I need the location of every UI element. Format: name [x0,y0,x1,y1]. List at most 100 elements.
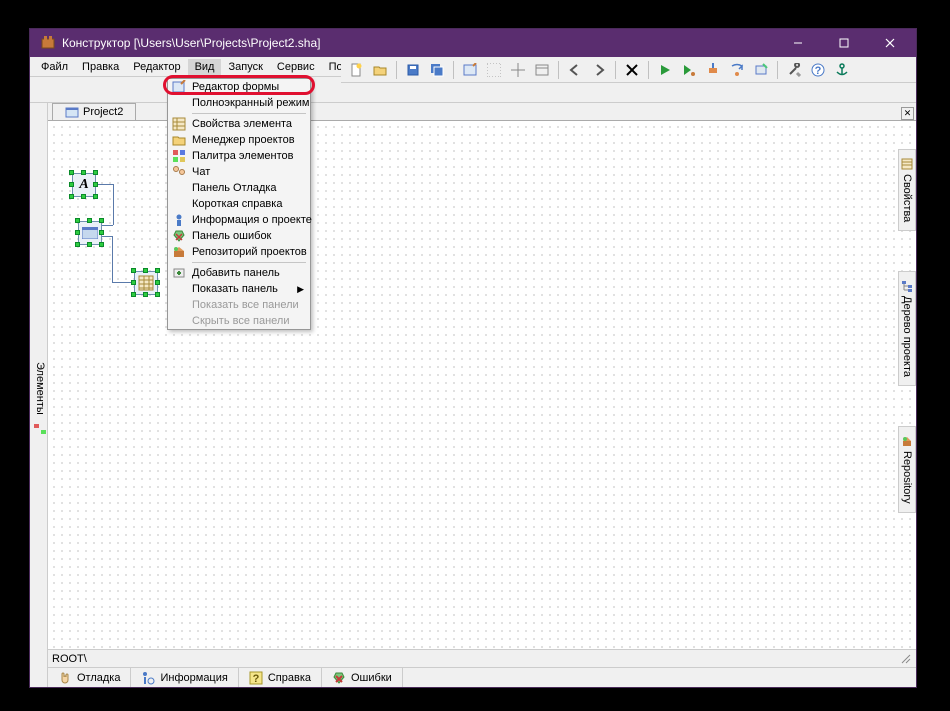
info-person-icon [171,212,187,228]
step-button[interactable] [702,59,724,81]
menu-chat[interactable]: Чат [168,164,310,180]
titlebar: Конструктор [\Users\User\Projects\Projec… [30,29,916,57]
project-tab[interactable]: Project2 [52,103,136,120]
align-button[interactable] [507,59,529,81]
add-icon [171,265,187,281]
form-editor-icon [171,79,187,95]
save-all-button[interactable] [426,59,448,81]
menu-edit[interactable]: Правка [75,59,126,75]
menu-hide-all-panels: Скрыть все панели [168,313,310,329]
bottom-tab-debug-label: Отладка [77,672,120,684]
bottom-tab-debug[interactable]: Отладка [48,668,131,687]
right-tab-tree-label: Дерево проекта [901,296,913,377]
resize-grip-icon [900,653,912,665]
menu-project-manager[interactable]: Менеджер проектов [168,132,310,148]
save-button[interactable] [402,59,424,81]
open-button[interactable] [369,59,391,81]
forward-button[interactable] [588,59,610,81]
tools-button[interactable] [783,59,805,81]
menu-project-info[interactable]: Информация о проекте [168,212,310,228]
right-tabs: Свойства Дерево проекта Repository [898,149,916,513]
tab-close-button[interactable]: ✕ [901,107,914,120]
run-button[interactable] [654,59,676,81]
help-button[interactable]: ? [807,59,829,81]
menu-run[interactable]: Запуск [221,59,269,75]
menu-editor[interactable]: Редактор [126,59,187,75]
maximize-button[interactable] [821,29,866,57]
left-panel-label: Элементы [34,362,46,415]
menu-project-manager-label: Менеджер проектов [192,134,295,146]
menu-add-panel[interactable]: Добавить панель [168,265,310,281]
bottom-tab-help[interactable]: ? Справка [239,668,322,687]
bottom-tabs: Отладка Информация ? Справка Ошибки [48,667,916,687]
menu-show-all-panels: Показать все панели [168,297,310,313]
toolbar: ? [341,57,916,83]
properties-grid-icon [171,116,187,132]
grid-button[interactable] [483,59,505,81]
menu-add-panel-label: Добавить панель [192,267,280,279]
form-editor-button[interactable] [459,59,481,81]
hand-icon [58,671,72,685]
right-tab-properties[interactable]: Свойства [898,149,916,231]
menu-debug-panel[interactable]: Панель Отладка [168,180,310,196]
delete-button[interactable] [621,59,643,81]
menu-repository-projects[interactable]: Репозиторий проектов [168,244,310,260]
step-over-button[interactable] [750,59,772,81]
menu-error-panel-label: Панель ошибок [192,230,271,242]
back-button[interactable] [564,59,586,81]
menu-element-properties[interactable]: Свойства элемента [168,116,310,132]
folder-icon [171,132,187,148]
status-path: ROOT\ [52,653,87,665]
bottom-tab-info[interactable]: Информация [131,668,238,687]
app-window: Конструктор [\Users\User\Projects\Projec… [29,28,917,688]
menu-element-properties-label: Свойства элемента [192,118,292,130]
menu-fullscreen-label: Полноэкранный режим [192,97,310,109]
menu-fullscreen[interactable]: Полноэкранный режим [168,95,310,111]
run-alt-button[interactable] [678,59,700,81]
chat-icon [171,164,187,180]
menu-show-all-panels-label: Показать все панели [192,299,299,311]
bottom-tab-errors[interactable]: Ошибки [322,668,403,687]
svg-text:?: ? [252,673,259,685]
repo-icon [171,244,187,260]
menu-form-editor[interactable]: Редактор формы [168,79,310,95]
menu-error-panel[interactable]: Панель ошибок [168,228,310,244]
step-into-button[interactable] [726,59,748,81]
error-icon [332,671,346,685]
menu-show-panel-label: Показать панель [192,283,278,295]
left-panel-tab[interactable]: Элементы [30,103,48,687]
menu-short-help[interactable]: Короткая справка [168,196,310,212]
menu-repository-projects-label: Репозиторий проектов [192,246,307,258]
menu-show-panel[interactable]: Показать панель ▶ [168,281,310,297]
svg-text:?: ? [815,65,822,77]
right-tab-repository[interactable]: Repository [898,426,916,513]
menu-debug-panel-label: Панель Отладка [192,182,277,194]
menu-service[interactable]: Сервис [270,59,322,75]
app-icon [40,35,56,51]
new-button[interactable] [345,59,367,81]
window-title: Конструктор [\Users\User\Projects\Projec… [62,36,775,50]
status-bar: ROOT\ [48,649,916,667]
view-menu-dropdown: Редактор формы Полноэкранный режим Свойс… [167,78,311,330]
anchor-button[interactable] [831,59,853,81]
repository-icon [901,435,913,447]
bottom-tab-info-label: Информация [160,672,227,684]
tree-icon [901,280,913,292]
elements-icon [33,422,47,436]
menu-form-editor-label: Редактор формы [192,81,279,93]
project-tab-label: Project2 [83,106,123,118]
project-icon [65,105,79,119]
minimize-button[interactable] [775,29,820,57]
menu-palette[interactable]: Палитра элементов [168,148,310,164]
window-button[interactable] [531,59,553,81]
help-icon: ? [249,671,263,685]
menu-hide-all-panels-label: Скрыть все панели [192,315,289,327]
bottom-tab-help-label: Справка [268,672,311,684]
right-tab-repository-label: Repository [901,451,913,504]
right-tab-tree[interactable]: Дерево проекта [898,271,916,386]
properties-icon [901,158,913,170]
menu-view[interactable]: Вид [188,59,222,75]
close-button[interactable] [867,29,912,57]
menu-palette-label: Палитра элементов [192,150,293,162]
menu-file[interactable]: Файл [34,59,75,75]
